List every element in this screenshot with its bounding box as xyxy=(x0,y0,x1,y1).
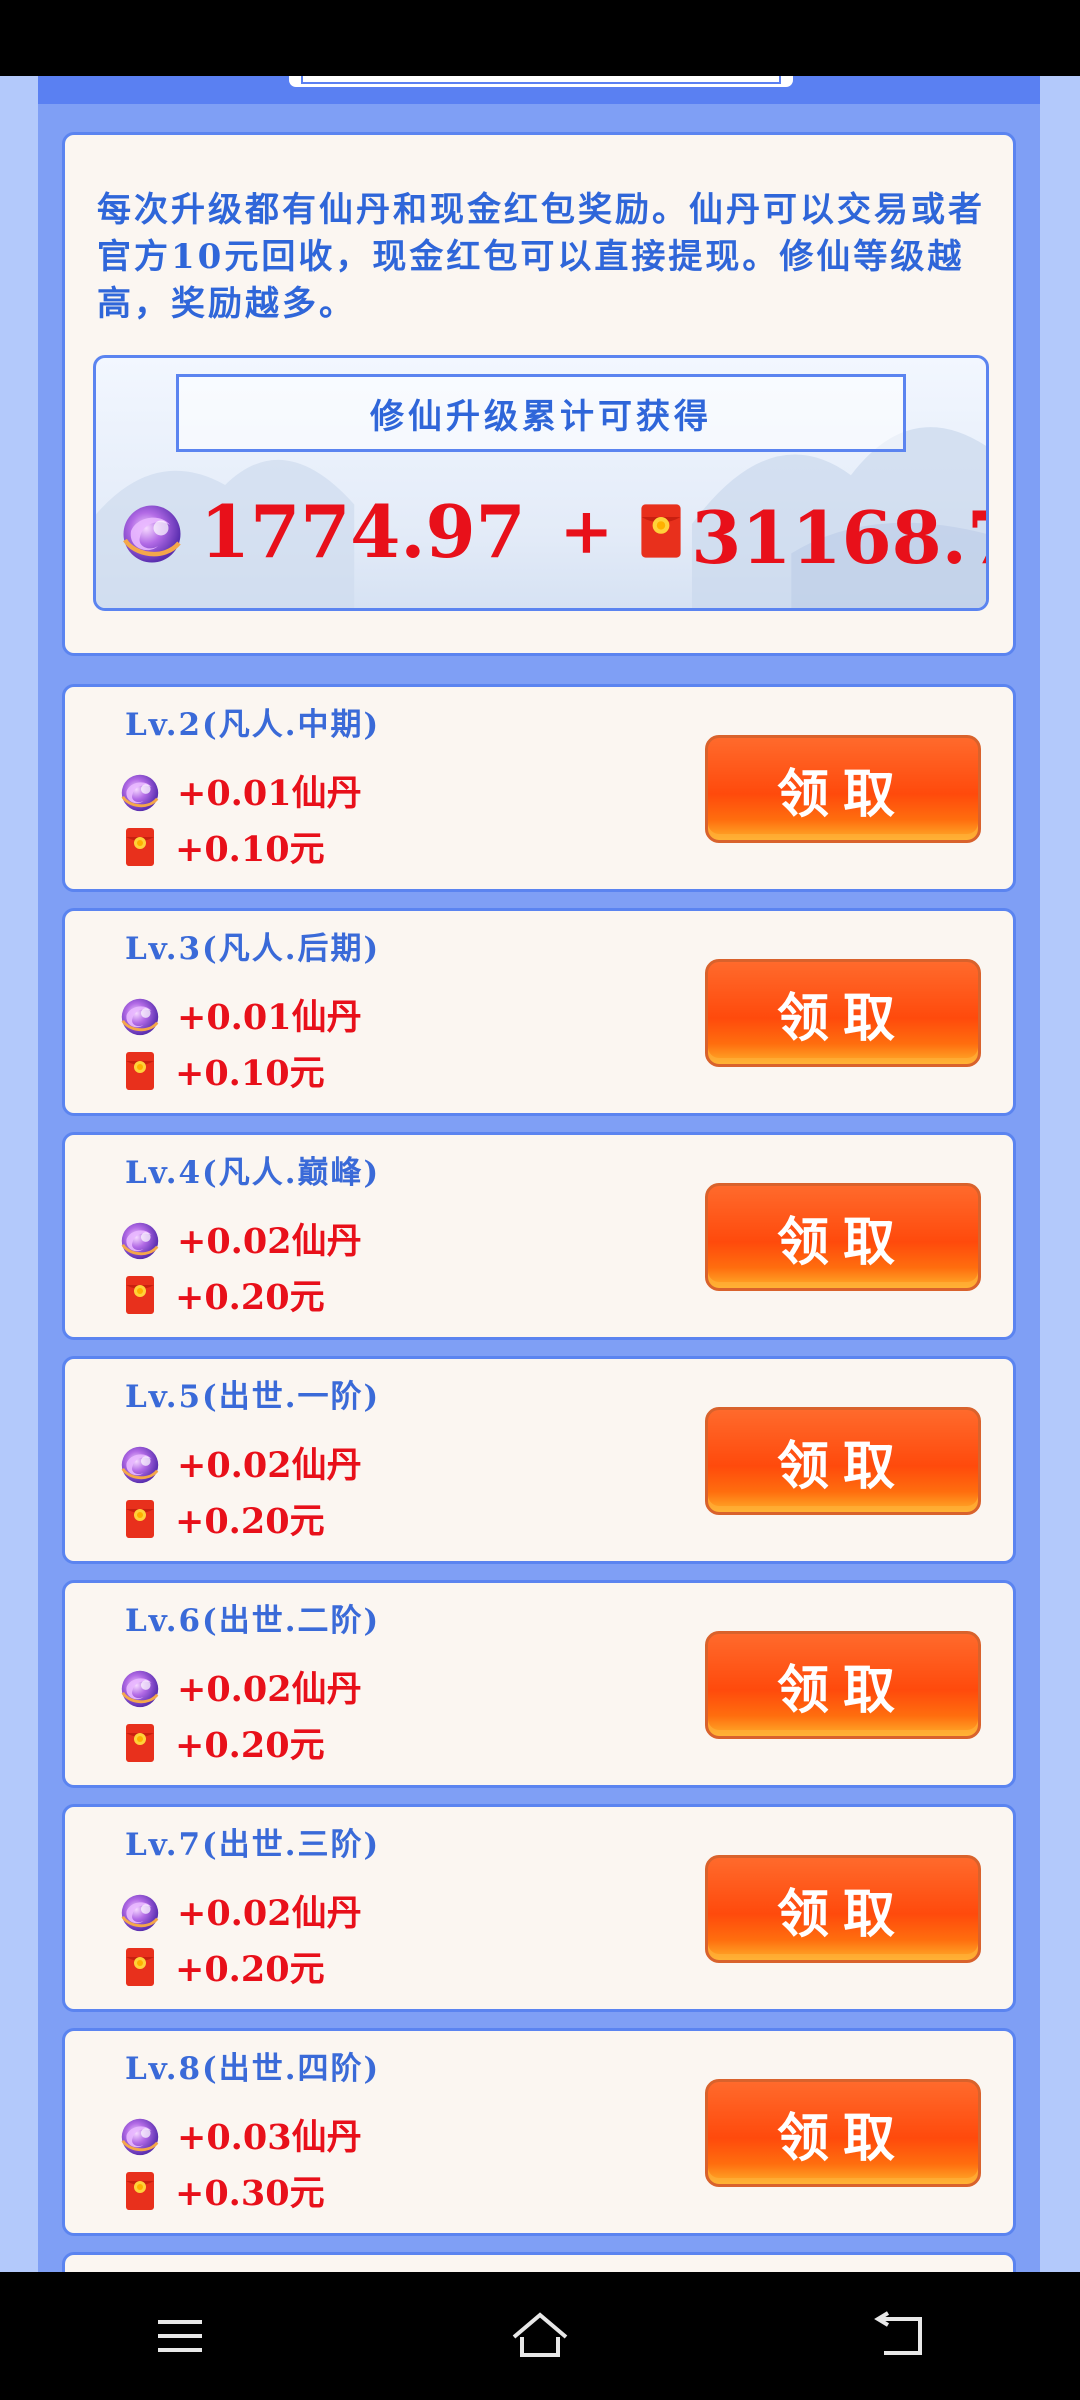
cash-reward-value: +0.10元 xyxy=(175,1053,325,1094)
intro-description: 每次升级都有仙丹和现金红包奖励。仙丹可以交易或者官方10元回收，现金红包可以直接… xyxy=(97,190,985,324)
dan-reward: +0.02仙丹 xyxy=(117,1213,362,1264)
dan-reward: +0.01仙丹 xyxy=(117,989,362,1040)
plus-sign: + xyxy=(559,493,614,569)
cash-reward-value: +0.20元 xyxy=(175,1725,325,1766)
back-button[interactable] xyxy=(860,2296,940,2376)
cash-reward: +0.20元 xyxy=(117,1941,325,1992)
claim-button[interactable]: 领取 xyxy=(705,1631,981,1739)
elixir-icon xyxy=(117,1440,163,1486)
dan-reward: +0.03仙丹 xyxy=(117,2109,362,2160)
level-card: Lv.3(凡人.后期) +0.01仙丹 +0.10元 领取 xyxy=(62,908,1016,1116)
menu-button[interactable] xyxy=(140,2296,220,2376)
status-bar xyxy=(0,0,1080,76)
level-card: Lv.4(凡人.巅峰) +0.02仙丹 +0.20元 领取 xyxy=(62,1132,1016,1340)
red-packet-icon xyxy=(125,1051,155,1091)
level-card: Lv.6(出世.二阶) +0.02仙丹 +0.20元 领取 xyxy=(62,1580,1016,1788)
dan-reward-value: +0.02仙丹 xyxy=(177,1669,362,1710)
elixir-icon xyxy=(117,1216,163,1262)
cash-reward: +0.30元 xyxy=(117,2165,325,2216)
level-card: Lv.2(凡人.中期) +0.01仙丹 +0.10元 领取 xyxy=(62,684,1016,892)
cash-reward: +0.10元 xyxy=(117,821,325,872)
level-title: Lv.8(出世.四阶) xyxy=(125,2051,381,2087)
dan-reward-value: +0.02仙丹 xyxy=(177,1445,362,1486)
cash-reward-value: +0.10元 xyxy=(175,829,325,870)
elixir-icon xyxy=(117,768,163,814)
total-reward-row: 1774.97 + 31168.7元 xyxy=(116,476,986,586)
red-packet-icon xyxy=(639,503,683,559)
level-title: Lv.6(出世.二阶) xyxy=(125,1603,381,1639)
red-packet-icon xyxy=(125,1499,155,1539)
total-reward-box: 修仙升级累计可获得 1774.97 + 31168.7元 xyxy=(93,355,989,611)
claim-button[interactable]: 领取 xyxy=(705,959,981,1067)
elixir-icon xyxy=(117,1664,163,1710)
cash-reward: +0.10元 xyxy=(117,1045,325,1096)
dan-reward-value: +0.01仙丹 xyxy=(177,997,362,1038)
level-title: Lv.4(凡人.巅峰) xyxy=(125,1155,381,1191)
red-packet-icon xyxy=(125,827,155,867)
elixir-icon xyxy=(117,2112,163,2158)
cash-reward-value: +0.20元 xyxy=(175,1949,325,1990)
dan-reward-value: +0.02仙丹 xyxy=(177,1893,362,1934)
system-nav-bar xyxy=(0,2272,1080,2400)
back-icon xyxy=(874,2311,922,2355)
dan-reward: +0.02仙丹 xyxy=(117,1661,362,1712)
total-cash-value: 31168.7元 xyxy=(691,494,986,580)
menu-icon xyxy=(158,2320,202,2352)
dan-reward: +0.02仙丹 xyxy=(117,1437,362,1488)
dan-reward: +0.02仙丹 xyxy=(117,1885,362,1936)
elixir-icon xyxy=(117,1888,163,1934)
red-packet-icon xyxy=(125,2171,155,2211)
home-button[interactable] xyxy=(500,2296,580,2376)
total-dan-value: 1774.97 xyxy=(200,488,526,574)
elixir-icon xyxy=(116,495,188,567)
intro-card: 每次升级都有仙丹和现金红包奖励。仙丹可以交易或者官方10元回收，现金红包可以直接… xyxy=(62,132,1016,656)
level-card: Lv.7(出世.三阶) +0.02仙丹 +0.20元 领取 xyxy=(62,1804,1016,2012)
elixir-icon xyxy=(117,992,163,1038)
cash-reward-value: +0.20元 xyxy=(175,1277,325,1318)
claim-button[interactable]: 领取 xyxy=(705,1183,981,1291)
dan-reward-value: +0.02仙丹 xyxy=(177,1221,362,1262)
red-packet-icon xyxy=(125,1723,155,1763)
cash-reward: +0.20元 xyxy=(117,1717,325,1768)
level-title: Lv.2(凡人.中期) xyxy=(125,707,381,743)
claim-button[interactable]: 领取 xyxy=(705,1855,981,1963)
header-tab xyxy=(286,76,796,90)
claim-button[interactable]: 领取 xyxy=(705,2079,981,2187)
claim-button[interactable]: 领取 xyxy=(705,735,981,843)
level-card: Lv.5(出世.一阶) +0.02仙丹 +0.20元 领取 xyxy=(62,1356,1016,1564)
red-packet-icon xyxy=(125,1275,155,1315)
cash-reward-value: +0.30元 xyxy=(175,2173,325,2214)
level-title: Lv.5(出世.一阶) xyxy=(125,1379,381,1415)
cash-reward: +0.20元 xyxy=(117,1269,325,1320)
level-title: Lv.7(出世.三阶) xyxy=(125,1827,381,1863)
cash-reward: +0.20元 xyxy=(117,1493,325,1544)
dan-reward: +0.01仙丹 xyxy=(117,765,362,816)
home-icon xyxy=(512,2312,568,2357)
red-packet-icon xyxy=(125,1947,155,1987)
dan-reward-value: +0.03仙丹 xyxy=(177,2117,362,2158)
level-title: Lv.3(凡人.后期) xyxy=(125,931,381,967)
cash-reward-value: +0.20元 xyxy=(175,1501,325,1542)
dan-reward-value: +0.01仙丹 xyxy=(177,773,362,814)
level-card: Lv.8(出世.四阶) +0.03仙丹 +0.30元 领取 xyxy=(62,2028,1016,2236)
claim-button[interactable]: 领取 xyxy=(705,1407,981,1515)
total-reward-title: 修仙升级累计可获得 xyxy=(176,374,906,452)
